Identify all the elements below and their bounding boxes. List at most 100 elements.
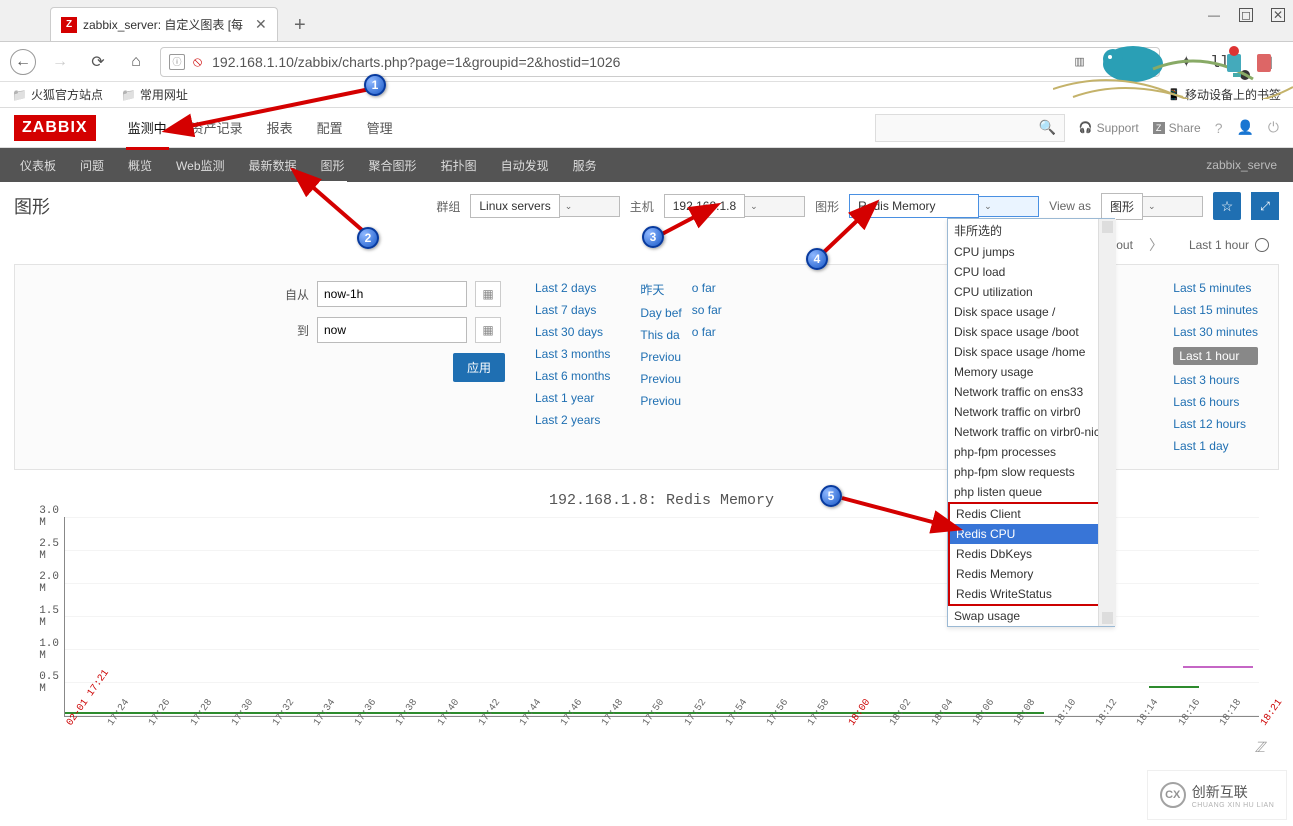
nav-forward-icon[interactable]: →: [46, 48, 74, 76]
group-select[interactable]: Linux servers⌄: [470, 194, 619, 218]
info-icon[interactable]: ⓘ: [169, 54, 185, 70]
graph-dropdown-list[interactable]: 非所选的CPU jumpsCPU loadCPU utilizationDisk…: [947, 218, 1115, 627]
tracking-block-icon[interactable]: ⦸: [193, 53, 202, 70]
quick-range-link[interactable]: Last 7 days: [535, 303, 610, 317]
dropdown-option[interactable]: Redis Client: [948, 502, 1114, 524]
share-link[interactable]: Share: [1153, 121, 1201, 135]
dropdown-option[interactable]: Redis WriteStatus: [948, 584, 1114, 606]
time-next-icon[interactable]: 〉: [1141, 231, 1171, 259]
quick-range-link[interactable]: so far: [692, 303, 722, 317]
dropdown-option[interactable]: 非所选的: [948, 219, 1114, 242]
dropdown-option[interactable]: CPU utilization: [948, 282, 1114, 302]
quick-range-link[interactable]: This da: [640, 328, 681, 342]
header-right: 🔍 Support Share ? 👤 ⏻: [875, 114, 1279, 142]
dropdown-option[interactable]: Disk space usage /home: [948, 342, 1114, 362]
bookmark-folder-firefox[interactable]: 火狐官方站点: [12, 86, 103, 103]
header-search[interactable]: 🔍: [875, 114, 1065, 142]
help-icon[interactable]: ?: [1215, 120, 1223, 136]
browser-tab[interactable]: Z zabbix_server: 自定义图表 [每 ✕: [50, 7, 278, 41]
quick-range-link[interactable]: Previou: [640, 372, 681, 386]
quick-range-link[interactable]: Last 3 months: [535, 347, 610, 361]
subnav-discovery[interactable]: 自动发现: [489, 147, 561, 184]
zabbix-logo[interactable]: ZABBIX: [14, 115, 96, 141]
bookmark-star-icon[interactable]: ☆: [1129, 52, 1151, 72]
url-field-container: ⓘ ⦸ ▥ ⋯ ☆: [160, 47, 1160, 77]
user-icon[interactable]: 👤: [1236, 119, 1253, 136]
quick-range-link[interactable]: Previou: [640, 350, 681, 364]
more-icon[interactable]: ⋯: [1099, 52, 1121, 72]
quick-range-link[interactable]: Last 3 hours: [1173, 373, 1258, 387]
subnav-overview[interactable]: 概览: [116, 147, 164, 184]
to-input[interactable]: [317, 317, 467, 343]
dropdown-option[interactable]: Redis CPU: [948, 524, 1114, 544]
quick-range-link[interactable]: Last 2 days: [535, 281, 610, 295]
window-maximize-icon[interactable]: ◻: [1239, 8, 1253, 22]
subnav-latest[interactable]: 最新数据: [237, 147, 309, 184]
window-close-icon[interactable]: ✕: [1271, 8, 1285, 22]
quick-range-link[interactable]: Last 12 hours: [1173, 417, 1258, 431]
favorite-button[interactable]: ☆: [1213, 192, 1241, 220]
window-minimize-icon[interactable]: —: [1207, 8, 1221, 22]
bookmark-mobile-sync[interactable]: 移动设备上的书签: [1167, 86, 1281, 103]
sidebar-icon[interactable]: ▥: [1258, 52, 1273, 72]
dropdown-option[interactable]: CPU jumps: [948, 242, 1114, 262]
quick-range-link[interactable]: Last 1 year: [535, 391, 610, 405]
subnav-dashboard[interactable]: 仪表板: [8, 147, 68, 184]
quick-range-link[interactable]: Last 30 days: [535, 325, 610, 339]
subnav-web[interactable]: Web监测: [164, 147, 236, 184]
support-link[interactable]: Support: [1079, 121, 1139, 135]
subnav-maps[interactable]: 拓扑图: [429, 147, 489, 184]
chart-series-pink: [1183, 666, 1253, 668]
from-input[interactable]: [317, 281, 467, 307]
dropdown-option[interactable]: Network traffic on virbr0-nic: [948, 422, 1114, 442]
quick-range-link[interactable]: Last 6 months: [535, 369, 610, 383]
dropdown-option[interactable]: php-fpm slow requests: [948, 462, 1114, 482]
subnav-problems[interactable]: 问题: [68, 147, 116, 184]
apply-button[interactable]: 应用: [453, 353, 505, 382]
nav-back-icon[interactable]: ←: [10, 49, 36, 75]
quick-ranges-col2: 昨天 Day bef This da Previou Previou Previou: [640, 281, 681, 408]
library-icon[interactable]: ll\: [1211, 52, 1240, 71]
subnav-services[interactable]: 服务: [561, 147, 609, 184]
quick-range-link[interactable]: Last 15 minutes: [1173, 303, 1258, 317]
new-tab-button[interactable]: +: [284, 9, 316, 41]
dropdown-option[interactable]: Memory usage: [948, 362, 1114, 382]
chart-x-tick: 02-01 17:21: [65, 668, 112, 728]
dropdown-option[interactable]: Redis Memory: [948, 564, 1114, 584]
reader-icon[interactable]: ▥: [1069, 55, 1091, 68]
tab-close-icon[interactable]: ✕: [255, 16, 267, 33]
quick-range-link[interactable]: Last 1 hour: [1173, 347, 1258, 365]
url-input[interactable]: [210, 53, 1060, 71]
quick-range-link[interactable]: Previou: [640, 394, 681, 408]
from-calendar-icon[interactable]: ▦: [475, 281, 501, 307]
quick-range-link[interactable]: Last 2 years: [535, 413, 610, 427]
nav-home-icon[interactable]: ⌂: [122, 48, 150, 76]
viewas-select[interactable]: 图形⌄: [1101, 193, 1203, 220]
from-label: 自从: [285, 286, 309, 303]
quick-range-link[interactable]: Last 30 minutes: [1173, 325, 1258, 339]
dropdown-scrollbar[interactable]: [1098, 219, 1116, 626]
nav-reload-icon[interactable]: ⟳: [84, 48, 112, 76]
time-range-display[interactable]: Last 1 hour: [1179, 230, 1279, 260]
dropdown-option[interactable]: php listen queue: [948, 482, 1114, 502]
dropdown-option[interactable]: Disk space usage /: [948, 302, 1114, 322]
extensions-icon[interactable]: ✦: [1180, 52, 1193, 72]
logout-icon[interactable]: ⏻: [1268, 119, 1279, 136]
quick-range-link[interactable]: Last 5 minutes: [1173, 281, 1258, 295]
fullscreen-button[interactable]: ⤢: [1251, 192, 1279, 220]
quick-range-link[interactable]: Last 6 hours: [1173, 395, 1258, 409]
dropdown-option[interactable]: php-fpm processes: [948, 442, 1114, 462]
dropdown-option[interactable]: Disk space usage /boot: [948, 322, 1114, 342]
dropdown-option[interactable]: CPU load: [948, 262, 1114, 282]
quick-range-link[interactable]: 昨天: [640, 281, 681, 298]
to-calendar-icon[interactable]: ▦: [475, 317, 501, 343]
dropdown-option[interactable]: Network traffic on ens33: [948, 382, 1114, 402]
dropdown-option[interactable]: Redis DbKeys: [948, 544, 1114, 564]
quick-range-link[interactable]: Day bef: [640, 306, 681, 320]
quick-range-link[interactable]: o far: [692, 325, 722, 339]
quick-range-link[interactable]: o far: [692, 281, 722, 295]
graph-select[interactable]: Redis Memory⌄: [849, 194, 1039, 218]
dropdown-option[interactable]: Swap usage: [948, 606, 1114, 626]
quick-range-link[interactable]: Last 1 day: [1173, 439, 1258, 453]
dropdown-option[interactable]: Network traffic on virbr0: [948, 402, 1114, 422]
